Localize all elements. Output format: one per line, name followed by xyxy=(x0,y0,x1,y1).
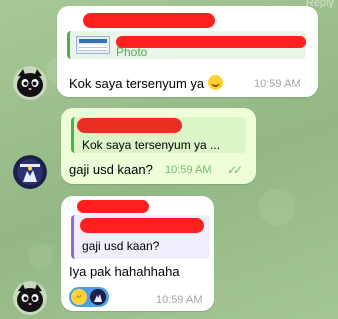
reply-quote-photo[interactable]: Photo xyxy=(67,31,306,59)
grinning-sweat-face-icon xyxy=(207,75,223,90)
message-bubble-outgoing[interactable]: Kok saya tersenyum ya ... gaji usd kaan?… xyxy=(61,108,256,184)
reaction-chip[interactable]: ᵕ xyxy=(69,287,109,307)
avatar-black-cat[interactable] xyxy=(13,281,47,315)
message-bubble-incoming[interactable]: Photo Kok saya tersenyum ya 10:59 AM xyxy=(57,6,318,97)
message-text: gaji usd kaan? xyxy=(69,162,153,177)
avatar-black-cat[interactable] xyxy=(13,66,47,100)
black-cat-icon xyxy=(13,66,47,100)
message-time: 10:59 AM xyxy=(165,164,212,176)
reply-quote-text: Kok saya tersenyum ya ... xyxy=(82,138,221,152)
reply-quote-text: gaji usd kaan? xyxy=(82,239,160,253)
reply-quote[interactable]: gaji usd kaan? xyxy=(71,215,210,259)
reactor-avatar-icon xyxy=(90,289,106,305)
message-time: 10:59 AM xyxy=(254,78,301,90)
photo-thumbnail xyxy=(76,36,110,54)
reply-quote[interactable]: Kok saya tersenyum ya ... xyxy=(71,117,246,153)
profile-logo-icon xyxy=(13,155,47,189)
message-bubble-incoming[interactable]: gaji usd kaan? Iya pak hahahhaha ᵕ 10:59… xyxy=(61,196,214,311)
black-cat-icon xyxy=(13,281,47,315)
read-double-check-icon: ✓✓ xyxy=(227,163,243,177)
message-text: Kok saya tersenyum ya xyxy=(69,75,223,91)
redacted-sender-name xyxy=(83,13,215,28)
grinning-face-icon: ᵕ xyxy=(71,289,87,305)
message-text: Iya pak hahahhaha xyxy=(69,264,180,279)
message-time: 10:59 AM xyxy=(156,294,203,306)
message-text-content: Kok saya tersenyum ya xyxy=(69,76,205,91)
reply-quote-label: Photo xyxy=(116,45,148,59)
reactor-avatar xyxy=(90,289,106,305)
redacted-sender-name xyxy=(77,200,149,213)
redacted-quote-author xyxy=(80,218,204,233)
avatar-user[interactable] xyxy=(13,155,47,189)
